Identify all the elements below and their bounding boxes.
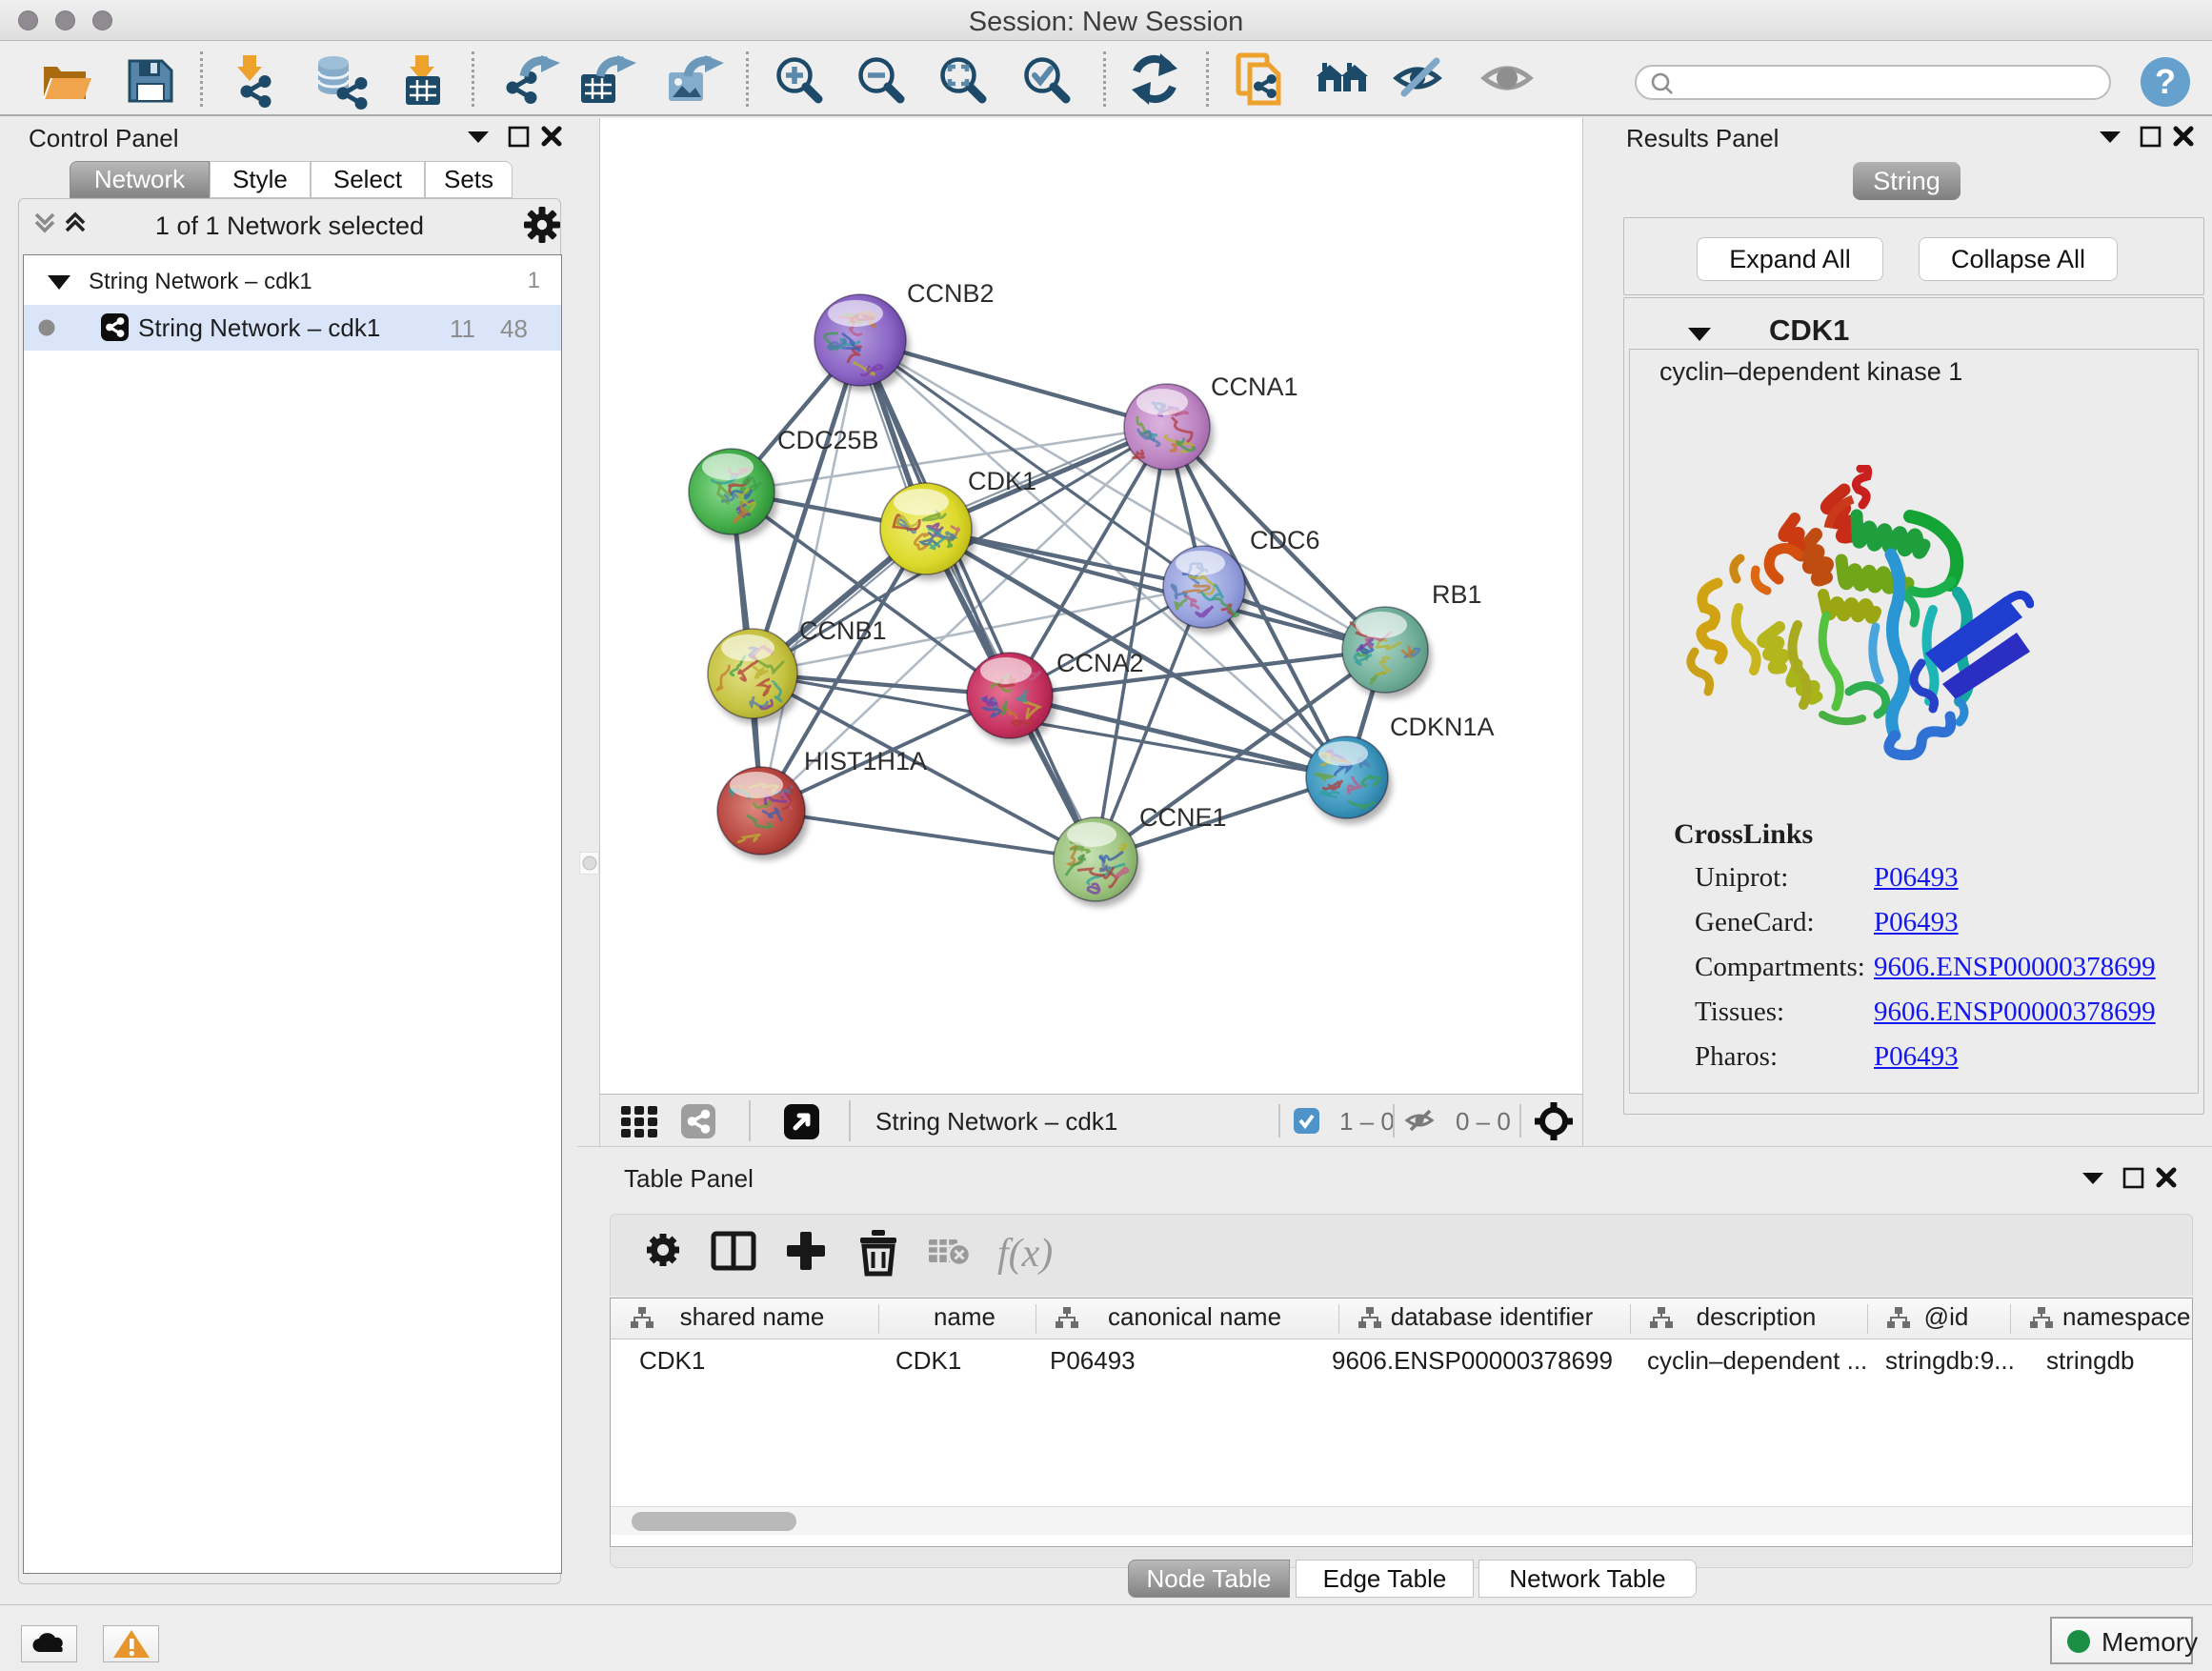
svg-text:CCNB1: CCNB1 — [799, 616, 887, 645]
svg-text:CDK1: CDK1 — [968, 467, 1036, 495]
svg-text:CCNB2: CCNB2 — [907, 279, 995, 308]
svg-text:CCNE1: CCNE1 — [1139, 803, 1227, 832]
svg-text:CDC25B: CDC25B — [777, 426, 879, 454]
svg-text:?: ? — [2155, 62, 2176, 101]
svg-text:1 – 0: 1 – 0 — [1339, 1107, 1395, 1136]
svg-text:RB1: RB1 — [1432, 580, 1482, 609]
svg-text:HIST1H1A: HIST1H1A — [804, 747, 927, 775]
svg-text:CDKN1A: CDKN1A — [1390, 713, 1495, 741]
svg-text:String Network – cdk1: String Network – cdk1 — [875, 1107, 1117, 1136]
svg-text:0 – 0: 0 – 0 — [1456, 1107, 1511, 1136]
svg-text:f(x): f(x) — [997, 1232, 1053, 1276]
svg-text:CCNA1: CCNA1 — [1211, 372, 1298, 401]
svg-text:CCNA2: CCNA2 — [1056, 649, 1144, 677]
svg-text:CDC6: CDC6 — [1250, 526, 1320, 554]
